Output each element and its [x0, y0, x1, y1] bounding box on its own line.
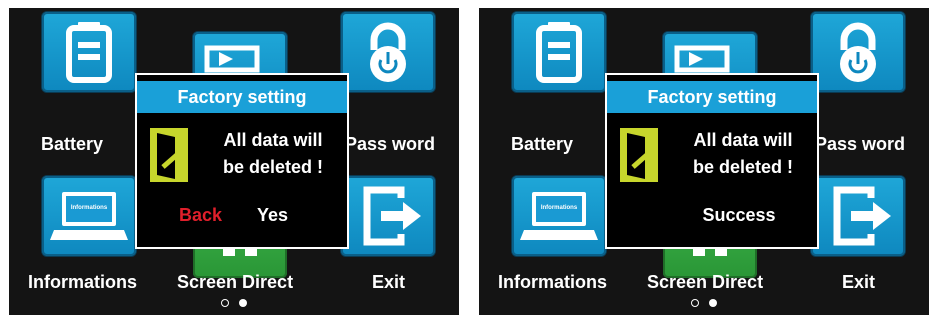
dialog-message-line-2: be deleted ! — [692, 157, 794, 177]
page-dot-1[interactable] — [221, 299, 229, 307]
battery-icon — [66, 22, 112, 83]
laptop-icon — [50, 192, 128, 240]
exit-label: Exit — [372, 272, 406, 292]
informations-tile[interactable]: Informations — [42, 176, 136, 256]
device-screen-confirm: Battery Pass word Informations Informati… — [9, 8, 459, 315]
screen-direct-label: Screen Direct — [177, 272, 294, 292]
factory-setting-dialog: Factory setting All data will be deleted… — [605, 73, 819, 249]
informations-label: Informations — [498, 272, 608, 292]
page-indicator — [9, 299, 459, 307]
page-dot-1[interactable] — [691, 299, 699, 307]
factory-setting-dialog: Factory setting All data will be deleted… — [135, 73, 349, 249]
password-tile[interactable] — [811, 12, 905, 92]
informations-label: Informations — [28, 272, 138, 292]
door-exit-icon — [150, 128, 188, 182]
informations-tile[interactable]: Informations — [512, 176, 606, 256]
page-dot-2-active[interactable] — [239, 299, 247, 307]
back-button[interactable]: Back — [179, 205, 222, 226]
page-indicator — [479, 299, 929, 307]
password-label: Pass word — [345, 134, 436, 154]
exit-label: Exit — [842, 272, 876, 292]
success-status: Success — [702, 205, 776, 225]
device-screen-success: Battery Pass word Informations Informati… — [479, 8, 929, 315]
battery-tile[interactable] — [42, 12, 136, 92]
informations-screen-text: Informations — [70, 205, 108, 211]
door-exit-icon — [620, 128, 658, 182]
dialog-title: Factory setting — [137, 81, 347, 113]
password-tile[interactable] — [341, 12, 435, 92]
screen-direct-label: Screen Direct — [647, 272, 764, 292]
dialog-message-line-2: be deleted ! — [222, 157, 324, 177]
informations-screen-text: Informations — [540, 205, 578, 211]
yes-button[interactable]: Yes — [257, 205, 288, 226]
page-dot-2-active[interactable] — [709, 299, 717, 307]
laptop-icon — [520, 192, 598, 240]
battery-tile[interactable] — [512, 12, 606, 92]
battery-label: Battery — [41, 134, 104, 154]
battery-icon — [536, 22, 582, 83]
dialog-message-line-1: All data will — [223, 130, 323, 150]
exit-icon — [833, 186, 891, 246]
dialog-message: All data will be deleted ! — [679, 127, 807, 181]
password-label: Pass word — [815, 134, 906, 154]
battery-label: Battery — [511, 134, 574, 154]
dialog-message: All data will be deleted ! — [209, 127, 337, 181]
dialog-message-line-1: All data will — [693, 130, 793, 150]
exit-icon — [363, 186, 421, 246]
exit-tile[interactable] — [811, 176, 905, 256]
lock-icon — [840, 22, 876, 82]
dialog-title: Factory setting — [607, 81, 817, 113]
lock-icon — [370, 22, 406, 82]
exit-tile[interactable] — [341, 176, 435, 256]
